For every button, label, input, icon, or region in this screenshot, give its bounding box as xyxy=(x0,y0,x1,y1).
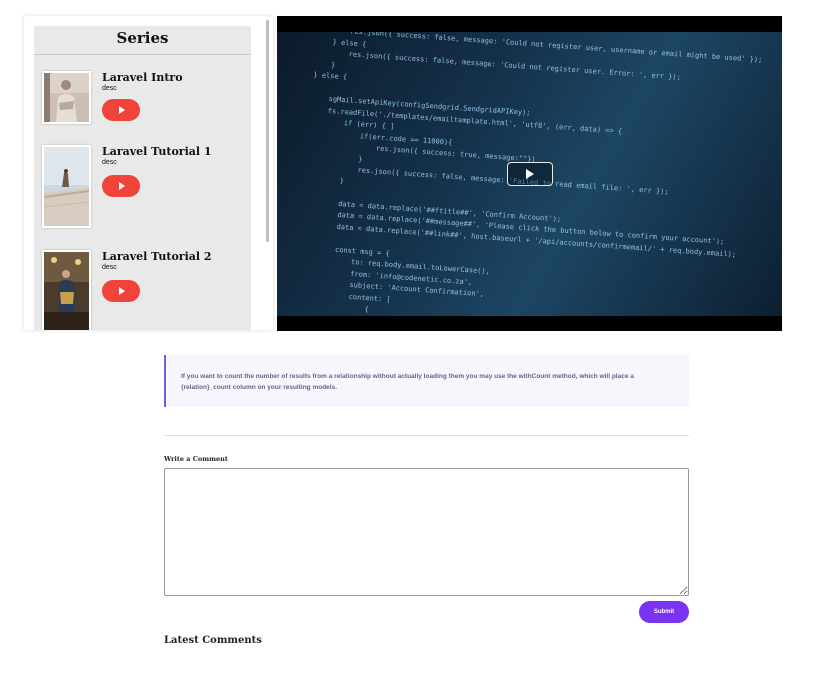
series-item-title[interactable]: Laravel Intro xyxy=(102,71,183,84)
play-button[interactable] xyxy=(102,175,140,197)
series-panel: Series Laravel Intro desc Laravel Tutori… xyxy=(24,16,273,330)
description-quote: If you want to count the number of resul… xyxy=(164,355,689,407)
play-button[interactable] xyxy=(102,280,140,302)
quote-text: If you want to count the number of resul… xyxy=(181,373,634,391)
series-item-desc: desc xyxy=(102,159,117,166)
landscape-photo-thumbnail[interactable] xyxy=(42,145,91,228)
series-scrollbar[interactable] xyxy=(266,20,269,242)
play-button[interactable] xyxy=(102,99,140,121)
series-item-desc: desc xyxy=(102,264,117,271)
video-player[interactable]: res.json({ success: false, message: 'Cou… xyxy=(277,16,782,331)
series-item-title[interactable]: Laravel Tutorial 2 xyxy=(102,250,212,263)
divider xyxy=(164,435,689,436)
submit-button[interactable]: Submit xyxy=(639,601,689,623)
series-item-desc: desc xyxy=(102,85,117,92)
series-list-container[interactable]: Series Laravel Intro desc Laravel Tutori… xyxy=(34,26,251,330)
series-item-title[interactable]: Laravel Tutorial 1 xyxy=(102,145,212,158)
person-photo-thumbnail[interactable] xyxy=(42,250,91,330)
comment-textarea[interactable] xyxy=(164,468,689,596)
comment-label: Write a Comment xyxy=(164,455,228,463)
person-photo-thumbnail[interactable] xyxy=(42,71,91,124)
series-title: Series xyxy=(34,26,251,55)
latest-comments-heading: Latest Comments xyxy=(164,635,262,646)
video-play-button[interactable] xyxy=(507,162,553,186)
